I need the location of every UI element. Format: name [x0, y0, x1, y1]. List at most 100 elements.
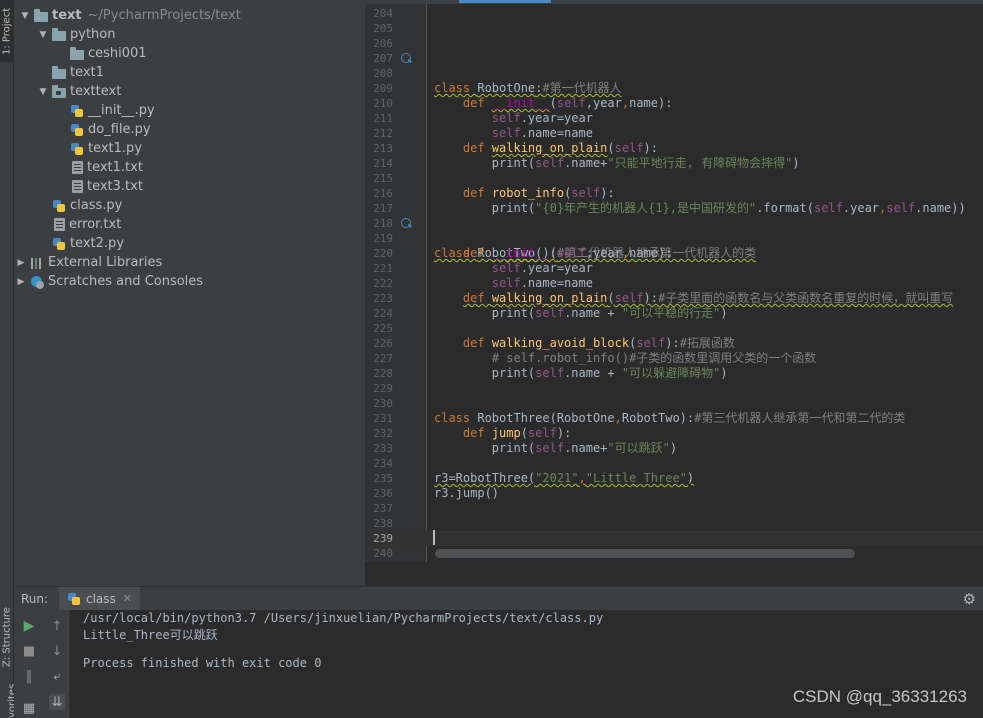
- code-line: 208: [373, 67, 393, 80]
- code-line: 220 self.year=year: [373, 247, 593, 275]
- current-code-line: 239: [365, 531, 983, 546]
- console-line: Process finished with exit code 0: [83, 656, 322, 670]
- code-line: 204: [373, 7, 393, 20]
- code-line: 237: [373, 502, 393, 515]
- tree-item-label: do_file.py: [88, 122, 151, 137]
- tree-item-text-root[interactable]: ▼ text ~/PycharmProjects/text: [14, 6, 365, 25]
- code-line: 228: [373, 367, 393, 380]
- scratches-icon: [30, 275, 44, 289]
- folder-icon: [52, 27, 66, 41]
- folder-icon: [34, 8, 48, 22]
- run-tab-label: class: [86, 591, 116, 606]
- chevron-down-icon[interactable]: ▼: [38, 87, 48, 97]
- tree-item-label: text2.py: [70, 236, 125, 251]
- tool-window-strip: 1: Project Z: Structure 2: Favorites: [0, 0, 18, 718]
- tree-item-text1-py[interactable]: text1.py: [14, 139, 365, 158]
- tree-item-ceshi001[interactable]: ceshi001: [14, 44, 365, 63]
- tree-item-label: python: [70, 27, 116, 42]
- code-line: 224: [373, 307, 393, 320]
- tree-item-label: error.txt: [69, 217, 122, 232]
- project-tree-panel: ▼ text ~/PycharmProjects/text ▼ python c…: [14, 0, 365, 586]
- soft-wrap-icon[interactable]: ⤶: [49, 668, 65, 684]
- tree-item-do-file-py[interactable]: do_file.py: [14, 120, 365, 139]
- code-line: 238: [373, 517, 393, 530]
- horizontal-scrollbar[interactable]: [435, 549, 855, 558]
- watermark: CSDN @qq_36331263: [792, 687, 967, 706]
- folder-icon: [52, 65, 66, 79]
- overridden-method-icon[interactable]: [401, 53, 411, 63]
- tree-item-label: text1: [70, 65, 104, 80]
- code-line: 215 def robot_info(self):: [373, 172, 615, 200]
- chevron-down-icon[interactable]: ▼: [20, 11, 30, 21]
- text-caret: [433, 530, 435, 545]
- tree-item-scratches[interactable]: ▶ Scratches and Consoles: [14, 272, 365, 291]
- tree-item-python[interactable]: ▼ python: [14, 25, 365, 44]
- tree-item-external-libraries[interactable]: ▶ External Libraries: [14, 253, 365, 272]
- active-tab-indicator: [459, 0, 551, 3]
- code-line: 235 r3.jump(): [373, 472, 500, 500]
- text-file-icon: [54, 218, 65, 231]
- tree-item-label: text3.txt: [87, 179, 143, 194]
- code-line: 217: [373, 202, 393, 215]
- stop-icon[interactable]: ■: [21, 643, 37, 659]
- python-file-icon: [70, 123, 84, 137]
- chevron-right-icon[interactable]: ▶: [16, 258, 26, 268]
- tree-item-text1-txt[interactable]: text1.txt: [14, 158, 365, 177]
- code-line: 216 print("{0}年产生的机器人{1},是中国研发的".format(…: [373, 187, 966, 215]
- project-tool-tab[interactable]: 1: Project: [0, 0, 14, 62]
- tree-item-texttext[interactable]: ▼ texttext: [14, 82, 365, 101]
- favorites-tool-tab[interactable]: 2: Favorites: [0, 684, 18, 718]
- text-file-icon: [72, 161, 83, 174]
- code-line: 213 print(self.name+"只能平地行走, 有障碍物会摔得"): [373, 142, 800, 170]
- tree-item-text1[interactable]: text1: [14, 63, 365, 82]
- code-line: 221 self.name=name: [373, 262, 593, 290]
- library-icon: [30, 256, 44, 270]
- arrow-up-icon[interactable]: ↑: [49, 618, 65, 634]
- text-file-icon: [72, 180, 83, 193]
- tree-item-init-py[interactable]: __init__.py: [14, 101, 365, 120]
- arrow-down-icon[interactable]: ↓: [49, 643, 65, 659]
- code-line: 209 def __init__(self,year,name):: [373, 82, 673, 110]
- folder-icon: [70, 46, 84, 60]
- code-line: 226 # self.robot_info()#子类的函数里调用父类的一个函数: [373, 337, 817, 365]
- overridden-method-icon[interactable]: [401, 218, 411, 228]
- tree-item-label: ceshi001: [88, 46, 147, 61]
- code-line: 229: [373, 382, 393, 395]
- pause-icon[interactable]: ‖: [21, 668, 37, 684]
- code-editor[interactable]: 204 205 206 207 class RobotOne:#第一代机器人 2…: [365, 0, 983, 562]
- tree-item-label: External Libraries: [48, 255, 163, 270]
- scroll-to-end-icon[interactable]: ⇊: [49, 694, 65, 710]
- tree-item-class-py[interactable]: class.py: [14, 196, 365, 215]
- tree-item-text3-txt[interactable]: text3.txt: [14, 177, 365, 196]
- rerun-icon[interactable]: ▶: [21, 618, 37, 634]
- chevron-right-icon[interactable]: ▶: [16, 277, 26, 287]
- tree-item-label: text: [52, 8, 82, 23]
- code-line: 218 class RobotTwo():#第二代机器人继承第一代机器人的类: [373, 217, 757, 260]
- code-line: 232 print(self.name+"可以跳跃"): [373, 427, 678, 455]
- code-line: 212 def walking_on_plain(self):: [373, 127, 658, 155]
- run-tab-class[interactable]: class ✕: [59, 586, 141, 611]
- python-file-icon: [52, 237, 66, 251]
- code-line: 205: [373, 22, 393, 35]
- code-line: 233: [373, 442, 393, 455]
- code-line: 214: [373, 157, 393, 170]
- tree-item-text2-py[interactable]: text2.py: [14, 234, 365, 253]
- run-toolbar: ▶ ↑ ■ ↓ ‖ ⤶ ▦ ⇊: [14, 610, 70, 718]
- tree-item-error-txt[interactable]: error.txt: [14, 215, 365, 234]
- code-line: 223 print(self.name + "可以平稳的行走"): [373, 292, 728, 320]
- run-panel-label: Run:: [21, 591, 49, 606]
- tree-item-label: Scratches and Consoles: [48, 274, 204, 289]
- structure-tool-tab[interactable]: Z: Structure: [0, 600, 14, 675]
- tree-item-label: texttext: [70, 84, 122, 99]
- code-line: 222 def walking_on_plain(self):#子类里面的函数名…: [373, 277, 954, 305]
- layout-icon[interactable]: ▦: [21, 700, 37, 716]
- code-line: 236: [373, 487, 393, 500]
- code-line: 234 r3=RobotThree("2021","Little_Three"): [373, 457, 695, 485]
- python-file-icon: [70, 104, 84, 118]
- code-line: 227 print(self.name + "可以躲避障碍物"): [373, 352, 728, 380]
- tree-item-label: text1.py: [88, 141, 143, 156]
- gear-icon[interactable]: ⚙: [963, 590, 976, 608]
- chevron-down-icon[interactable]: ▼: [38, 30, 48, 40]
- close-icon[interactable]: ✕: [123, 592, 132, 605]
- run-panel-header: Run: class ✕ ⚙: [14, 586, 983, 611]
